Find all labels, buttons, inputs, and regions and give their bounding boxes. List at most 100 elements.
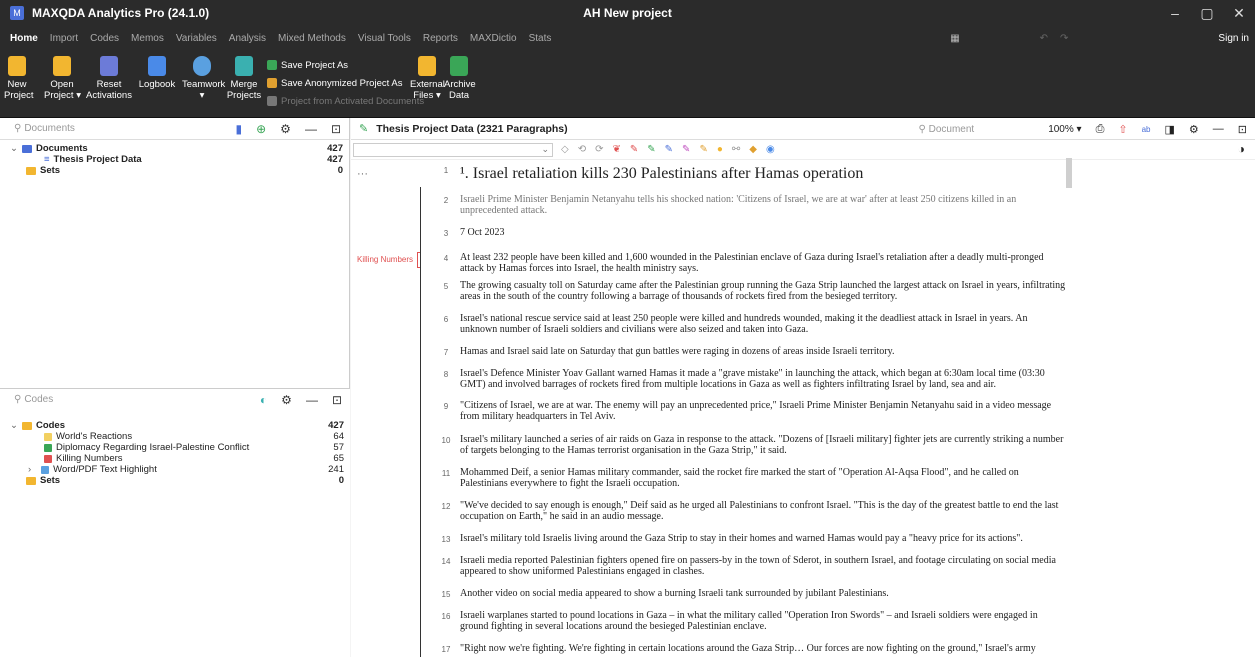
new-project-button[interactable]: New Project (4, 54, 34, 102)
paragraph-text: Israel's national rescue service said at… (460, 313, 1028, 335)
paragraph[interactable]: 2 Israeli Prime Minister Benjamin Netanya… (436, 194, 1066, 216)
paragraph[interactable]: 15 Another video on social media appeared… (436, 588, 1066, 599)
minimize-button[interactable]: – (1159, 0, 1191, 26)
paragraph[interactable]: 14 Israeli media reported Palestinian fig… (436, 555, 1066, 577)
activate-codes-icon[interactable]: ◐ (260, 393, 267, 407)
undock-icon[interactable]: ⊡ (332, 393, 342, 407)
tab-visual-tools[interactable]: Visual Tools (352, 26, 417, 50)
paragraph[interactable]: 4 At least 232 people have been killed an… (436, 252, 1066, 274)
undo-icon[interactable]: ↶ (1040, 33, 1048, 44)
code-item[interactable]: World's Reactions 64 (0, 431, 350, 442)
emoticode-icon[interactable]: ❦ (612, 144, 620, 155)
documents-search[interactable]: ⚲ Documents (14, 123, 75, 134)
in-vivo-code-icon[interactable]: ⟳ (595, 144, 603, 155)
merge-projects-button[interactable]: Merge Projects (226, 54, 262, 102)
reset-activations-icon (100, 56, 118, 76)
ribbon-home: New Project Open Project ▾ Reset Activat… (0, 50, 1255, 118)
paragraph[interactable]: 1 ¹. Israel retaliation kills 230 Palesti… (436, 164, 1066, 184)
compare-icon[interactable]: ◉ (766, 144, 775, 155)
paragraph[interactable]: 6 Israel's national rescue service said a… (436, 313, 1066, 335)
tab-memos[interactable]: Memos (125, 26, 170, 50)
panel-toggle-icon[interactable]: ◨ (1165, 123, 1175, 136)
add-document-icon[interactable]: ⊕ (256, 122, 266, 136)
gear-icon[interactable]: ⚙ (280, 122, 291, 136)
gear-icon[interactable]: ⚙ (1189, 123, 1199, 136)
logbook-button[interactable]: Logbook (138, 54, 176, 91)
code-margin-marker[interactable]: Killing Numbers (357, 252, 422, 268)
toggle-icon[interactable]: ◑ (1238, 142, 1245, 156)
tab-mixed-methods[interactable]: Mixed Methods (272, 26, 352, 50)
tab-home[interactable]: Home (4, 26, 44, 50)
vertical-scrollbar[interactable] (1066, 158, 1072, 188)
paragraph[interactable]: 3 7 Oct 2023 (436, 227, 1066, 238)
paragraph[interactable]: 17 "Right now we're fighting. We're fight… (436, 643, 1066, 654)
document-search[interactable]: ⚲ Document (919, 124, 975, 135)
tree-item-document-sets[interactable]: Sets 0 (0, 165, 349, 176)
save-project-as-button[interactable]: Save Project As (267, 56, 424, 74)
open-project-button[interactable]: Open Project ▾ (44, 54, 81, 102)
undock-icon[interactable]: ⊡ (331, 122, 341, 136)
undock-icon[interactable]: ⊡ (1238, 123, 1247, 136)
export-icon[interactable]: ⇧ (1118, 123, 1127, 136)
paragraph[interactable]: 8 Israel's Defence Minister Yoav Gallant … (436, 368, 1066, 390)
diamond-icon[interactable]: ◇ (561, 144, 569, 155)
minimize-panel-icon[interactable]: — (305, 122, 317, 136)
close-button[interactable]: ✕ (1223, 0, 1255, 26)
minimize-panel-icon[interactable]: — (1213, 123, 1224, 135)
pen-yellow-icon[interactable]: ✎ (699, 144, 707, 155)
layout-icon[interactable]: ▦ (950, 33, 959, 44)
reset-activations-button[interactable]: Reset Activations (86, 54, 132, 102)
code-icon[interactable]: ⟲ (578, 144, 586, 155)
paragraph[interactable]: 7 Hamas and Israel said late on Saturday … (436, 346, 1066, 357)
paragraph-text: "Right now we're fighting. We're fightin… (460, 643, 1036, 654)
tab-variables[interactable]: Variables (170, 26, 223, 50)
edit-document-icon[interactable]: ✎ (359, 122, 368, 135)
redo-icon[interactable]: ↷ (1060, 33, 1068, 44)
codes-search[interactable]: ⚲ Codes (14, 394, 53, 405)
paragraph[interactable]: 12 "We've decided to say enough is enough… (436, 500, 1066, 522)
pen-magenta-icon[interactable]: ✎ (682, 144, 690, 155)
code-item[interactable]: Killing Numbers 65 (0, 453, 350, 464)
paragraph[interactable]: 10 Israel's military launched a series of… (436, 434, 1066, 456)
tab-reports[interactable]: Reports (417, 26, 464, 50)
paragraph[interactable]: 9 "Citizens of Israel, we are at war. The… (436, 400, 1066, 422)
memo-icon[interactable]: ◆ (749, 144, 757, 155)
activate-docs-icon[interactable]: ▮ (236, 122, 243, 136)
paragraph[interactable]: 11 Mohammed Deif, a senior Hamas military… (436, 467, 1066, 489)
tab-stats[interactable]: Stats (523, 26, 558, 50)
tab-import[interactable]: Import (44, 26, 84, 50)
emoji-icon[interactable]: ● (717, 144, 723, 155)
spellcheck-icon[interactable]: ab (1142, 125, 1151, 134)
archive-data-button[interactable]: Archive Data (444, 54, 476, 102)
pen-green-icon[interactable]: ✎ (647, 144, 655, 155)
paragraph[interactable]: 13 Israel's military told Israelis living… (436, 533, 1066, 544)
pen-blue-icon[interactable]: ✎ (665, 144, 673, 155)
pen-red-icon[interactable]: ✎ (630, 144, 638, 155)
print-icon[interactable]: ⎙ (1096, 123, 1105, 136)
code-item[interactable]: Diplomacy Regarding Israel-Palestine Con… (0, 442, 350, 453)
link-icon[interactable]: ⚯ (732, 144, 740, 155)
tab-maxdictio[interactable]: MAXDictio (464, 26, 523, 50)
code-select-dropdown[interactable]: ⌄ (353, 142, 553, 157)
external-files-button[interactable]: External Files ▾ (410, 54, 445, 102)
paragraph-text: Israel's military launched a series of a… (460, 434, 1064, 456)
minimize-panel-icon[interactable]: — (306, 393, 318, 407)
zoom-select[interactable]: 100% ▾ (1048, 124, 1081, 135)
paragraph[interactable]: 16 Israeli warplanes started to pound loc… (436, 610, 1066, 632)
save-anonymized-button[interactable]: Save Anonymized Project As (267, 74, 424, 92)
paragraph[interactable]: 5 The growing casualty toll on Saturday c… (436, 280, 1066, 302)
project-from-activated-button[interactable]: Project from Activated Documents (267, 92, 424, 110)
tree-item-thesis-project-data[interactable]: ≡ Thesis Project Data 427 (0, 154, 349, 165)
sign-in-link[interactable]: Sign in (1218, 33, 1249, 44)
tree-item-documents[interactable]: ⌄ Documents 427 (0, 143, 349, 154)
gear-icon[interactable]: ⚙ (281, 393, 292, 407)
code-item[interactable]: › Word/PDF Text Highlight 241 (0, 464, 350, 475)
tree-item-codes[interactable]: ⌄ Codes 427 (0, 420, 350, 431)
maximize-button[interactable]: ▢ (1191, 0, 1223, 26)
tab-analysis[interactable]: Analysis (223, 26, 272, 50)
tab-codes[interactable]: Codes (84, 26, 125, 50)
tree-item-code-sets[interactable]: Sets 0 (0, 475, 350, 486)
ribbon-tabs: Home Import Codes Memos Variables Analys… (0, 26, 1255, 50)
more-options-icon[interactable]: ··· (357, 168, 368, 180)
teamwork-button[interactable]: Teamwork ▾ (182, 54, 225, 102)
